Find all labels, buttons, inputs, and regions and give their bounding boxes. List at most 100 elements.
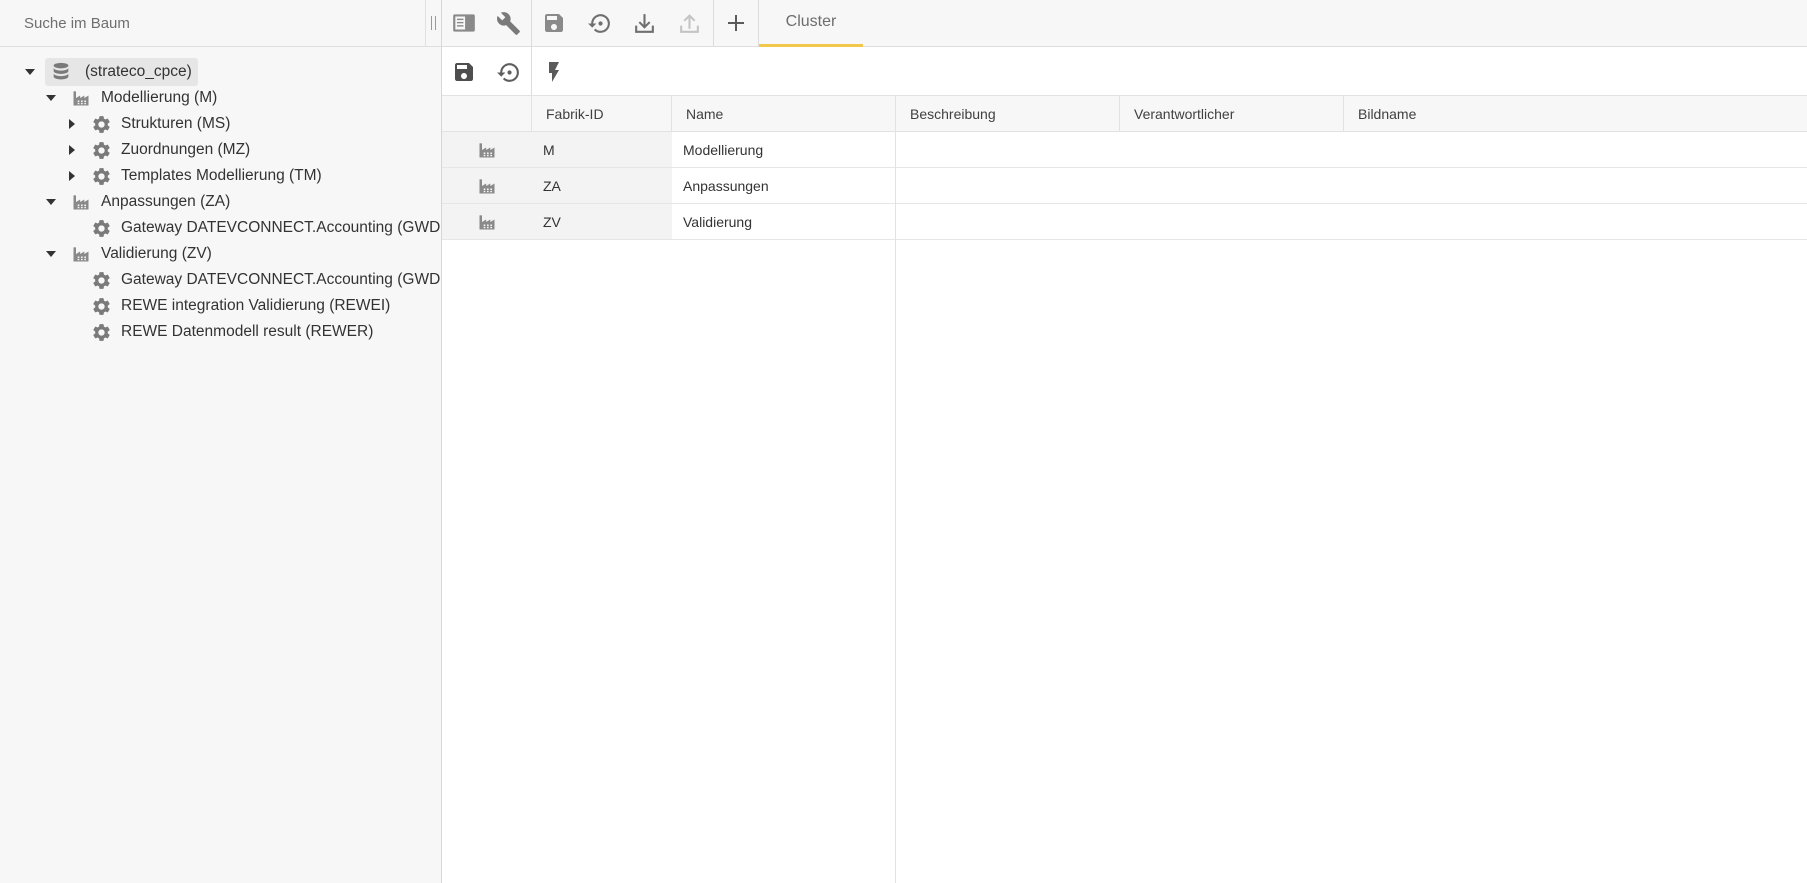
column-header-name[interactable]: Name: [672, 96, 896, 132]
app-window: (strateco_cpce) Modellierung (M): [0, 0, 1807, 883]
tree-node-label: (strateco_cpce): [85, 63, 192, 80]
caret-right-icon[interactable]: [66, 144, 78, 156]
settings-button[interactable]: [486, 0, 530, 46]
download-button[interactable]: [622, 0, 666, 46]
pinned-column-divider: [895, 132, 896, 883]
main-toolbar: Cluster: [442, 0, 1807, 47]
gear-icon: [90, 165, 112, 187]
tree-node-label: REWE Datenmodell result (REWER): [121, 323, 374, 340]
panel-resize-handle[interactable]: [426, 0, 441, 47]
grid-restore-button[interactable]: [486, 49, 530, 95]
tree-root-node[interactable]: (strateco_cpce): [24, 58, 198, 86]
gear-icon: [90, 269, 112, 291]
row-icon-cell: [442, 132, 532, 168]
cell-name[interactable]: Validierung: [672, 204, 896, 240]
tree-node-modellierung[interactable]: Modellierung (M): [45, 84, 217, 112]
cell-name[interactable]: Modellierung: [672, 132, 896, 168]
column-header-bildname[interactable]: Bildname: [1344, 96, 1807, 132]
cell-name[interactable]: Anpassungen: [672, 168, 896, 204]
gear-icon: [90, 217, 112, 239]
cell-bildname[interactable]: [1344, 132, 1807, 168]
tree-search-input[interactable]: [0, 0, 425, 46]
factory-icon: [70, 243, 92, 265]
caret-right-icon[interactable]: [66, 170, 78, 182]
cell-verantwortlicher[interactable]: [1120, 204, 1344, 240]
gear-icon: [90, 295, 112, 317]
save-icon: [542, 11, 566, 35]
table-row[interactable]: ZV Validierung: [442, 204, 1807, 240]
cell-fabrik-id[interactable]: ZA: [532, 168, 672, 204]
row-icon-cell: [442, 204, 532, 240]
factory-icon: [477, 176, 497, 196]
tree-node-label: Anpassungen (ZA): [101, 193, 231, 210]
add-button[interactable]: [714, 0, 758, 46]
cell-beschreibung[interactable]: [896, 168, 1120, 204]
cell-bildname[interactable]: [1344, 168, 1807, 204]
tree-node-label: Gateway DATEVCONNECT.Accounting (GWDC: [121, 271, 442, 288]
upload-icon: [677, 11, 702, 36]
gear-icon: [90, 321, 112, 343]
tree-node-zuordnungen[interactable]: Zuordnungen (MZ): [66, 136, 250, 164]
caret-right-icon[interactable]: [66, 118, 78, 130]
wrench-icon: [496, 11, 521, 36]
factory-icon: [477, 212, 497, 232]
tree-root-selection[interactable]: (strateco_cpce): [45, 58, 198, 86]
caret-down-icon[interactable]: [45, 248, 57, 260]
sidebar-toggle-icon: [451, 10, 477, 36]
upload-button[interactable]: [667, 0, 711, 46]
tree-node-label: Validierung (ZV): [101, 245, 212, 262]
tree-node-rewe-datenmodell[interactable]: REWE Datenmodell result (REWER): [66, 318, 373, 346]
column-header-fabrik-id[interactable]: Fabrik-ID: [532, 96, 672, 132]
tree-node-label: Modellierung (M): [101, 89, 218, 106]
table-row[interactable]: ZA Anpassungen: [442, 168, 1807, 204]
cell-verantwortlicher[interactable]: [1120, 132, 1344, 168]
tree-node-label: Templates Modellierung (TM): [121, 167, 322, 184]
factory-icon: [70, 191, 92, 213]
tree-node-gateway-za[interactable]: Gateway DATEVCONNECT.Accounting (GWDC: [66, 214, 442, 242]
cell-fabrik-id[interactable]: ZV: [532, 204, 672, 240]
save-button[interactable]: [532, 0, 576, 46]
plus-icon: [724, 11, 748, 35]
cell-beschreibung[interactable]: [896, 132, 1120, 168]
restore-icon: [587, 11, 612, 36]
execute-button[interactable]: [532, 49, 576, 95]
database-icon: [50, 61, 72, 83]
toggle-sidebar-button[interactable]: [442, 0, 486, 46]
download-icon: [632, 11, 657, 36]
tree-node-label: REWE integration Validierung (REWEI): [121, 297, 391, 314]
caret-down-icon[interactable]: [45, 196, 57, 208]
tree-node-validierung[interactable]: Validierung (ZV): [45, 240, 212, 268]
gear-icon: [90, 113, 112, 135]
tree-search-box: [0, 0, 426, 47]
caret-down-icon[interactable]: [45, 92, 57, 104]
tree-node-label: Gateway DATEVCONNECT.Accounting (GWDC: [121, 219, 442, 236]
cell-bildname[interactable]: [1344, 204, 1807, 240]
grid-save-button[interactable]: [442, 49, 486, 95]
tree-node-strukturen[interactable]: Strukturen (MS): [66, 110, 230, 138]
column-header-beschreibung[interactable]: Beschreibung: [896, 96, 1120, 132]
gear-icon: [90, 139, 112, 161]
tree-node-anpassungen[interactable]: Anpassungen (ZA): [45, 188, 230, 216]
cell-beschreibung[interactable]: [896, 204, 1120, 240]
save-icon: [452, 60, 476, 84]
row-icon-cell: [442, 168, 532, 204]
tree-panel: (strateco_cpce) Modellierung (M): [0, 0, 442, 883]
lightning-icon: [542, 60, 566, 84]
restore-button[interactable]: [577, 0, 621, 46]
column-header-icon: [442, 96, 532, 132]
tree-node-gateway-zv[interactable]: Gateway DATEVCONNECT.Accounting (GWDC: [66, 266, 442, 294]
grid-toolbar: [442, 47, 1807, 96]
tab-cluster[interactable]: Cluster: [759, 0, 863, 47]
caret-down-icon[interactable]: [24, 66, 36, 78]
table-row[interactable]: M Modellierung: [442, 132, 1807, 168]
data-grid: Fabrik-ID Name Beschreibung Verantwortli…: [442, 96, 1807, 883]
tree-node-label: Zuordnungen (MZ): [121, 141, 251, 158]
cell-verantwortlicher[interactable]: [1120, 168, 1344, 204]
tree-node-rewe-integration[interactable]: REWE integration Validierung (REWEI): [66, 292, 390, 320]
tree-node-templates-modellierung[interactable]: Templates Modellierung (TM): [66, 162, 322, 190]
column-header-verantwortlicher[interactable]: Verantwortlicher: [1120, 96, 1344, 132]
factory-icon: [70, 87, 92, 109]
tree-node-label: Strukturen (MS): [121, 115, 231, 132]
cell-fabrik-id[interactable]: M: [532, 132, 672, 168]
restore-icon: [496, 60, 521, 85]
